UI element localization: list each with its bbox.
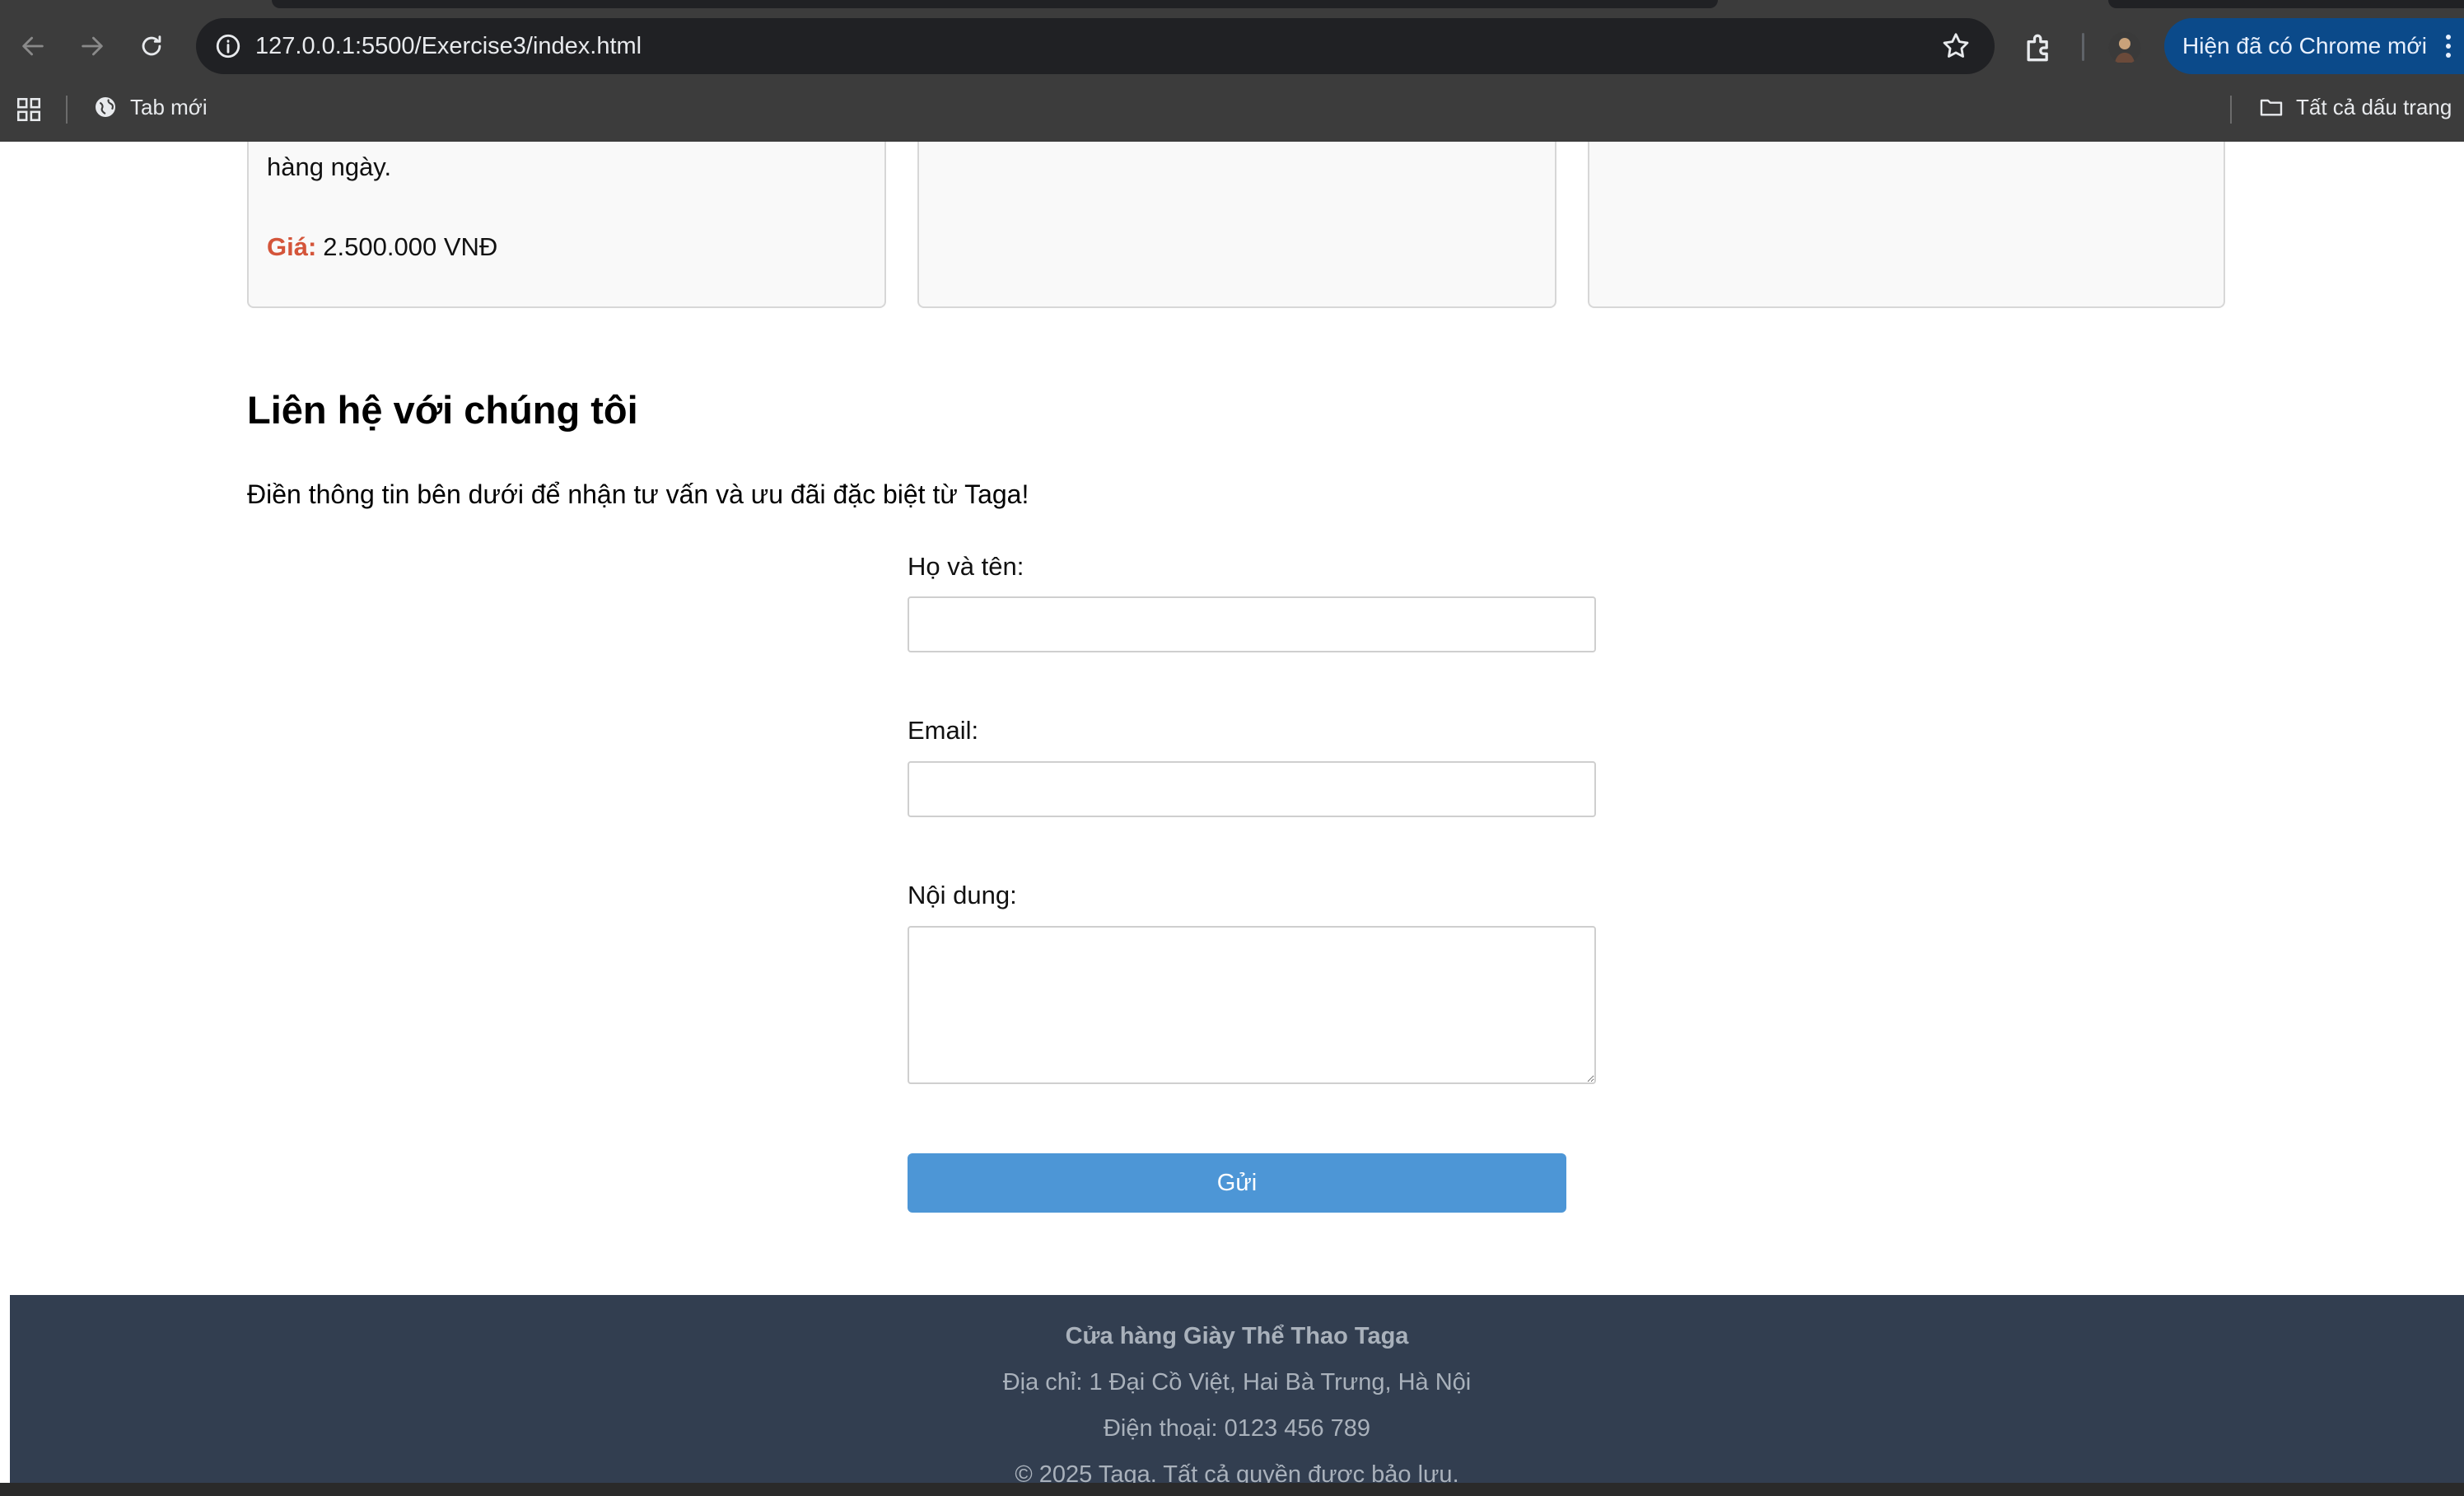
profile-avatar-icon: [2108, 31, 2141, 64]
arrow-right-icon: [82, 36, 103, 56]
globe-icon: [96, 97, 115, 117]
apps-grid-icon[interactable]: [15, 96, 43, 124]
product-price: Giá: 2.500.000 VNĐ: [267, 232, 497, 262]
window-bottom-edge: [0, 1483, 2464, 1496]
all-bookmarks-button[interactable]: Tất cả dấu trang: [2258, 84, 2452, 130]
browser-chrome: 127.0.0.1:5500/Exercise3/index.html Hiện…: [0, 0, 2464, 142]
chrome-update-label: Hiện đã có Chrome mới: [2182, 33, 2427, 58]
arrow-left-icon: [22, 36, 44, 56]
product-description: khí, phù hợp cho cả chạy đường dài và tậ…: [267, 152, 392, 181]
browser-toolbar: 127.0.0.1:5500/Exercise3/index.html Hiện…: [0, 8, 2464, 84]
bookmarks-divider-right: [2230, 96, 2232, 124]
message-label: Nội dung:: [908, 881, 1017, 909]
footer-address: Địa chỉ: 1 Đại Cồ Việt, Hai Bà Trưng, Hà…: [1002, 1369, 1472, 1395]
footer-phone: Điện thoại: 0123 456 789: [1103, 1415, 1371, 1442]
bookmark-new-tab[interactable]: Tab mới: [92, 84, 208, 130]
tab-strip-edge-right: [2108, 0, 2464, 8]
reload-icon: [142, 35, 161, 56]
tab-strip-edge: [272, 0, 1718, 8]
product-card: [1588, 142, 2225, 308]
product-card: khí, phù hợp cho cả chạy đường dài và tậ…: [247, 142, 886, 308]
bookmarks-divider: [66, 96, 68, 124]
profile-avatar[interactable]: [2108, 31, 2141, 64]
contact-title: Liên hệ với chúng tôi: [247, 388, 638, 432]
bookmark-star-icon[interactable]: [1940, 30, 1972, 62]
price-label: Giá:: [267, 232, 317, 261]
footer-store-name: Cửa hàng Giày Thể Thao Taga: [1065, 1323, 1409, 1349]
name-label: Họ và tên:: [908, 552, 1024, 581]
forward-button[interactable]: [74, 28, 110, 64]
bookmarks-bar: Tab mới Tất cả dấu trang: [0, 84, 2464, 142]
name-input[interactable]: [908, 596, 1596, 652]
site-info-icon[interactable]: [214, 32, 242, 60]
extensions-puzzle-icon[interactable]: [2021, 30, 2057, 66]
toolbar-divider: [2082, 33, 2084, 61]
address-bar[interactable]: 127.0.0.1:5500/Exercise3/index.html: [196, 18, 1995, 74]
reload-button[interactable]: [133, 28, 170, 64]
folder-icon: [2260, 99, 2283, 116]
email-label: Email:: [908, 716, 979, 745]
price-value: 2.500.000 VNĐ: [323, 232, 498, 261]
all-bookmarks-label: Tất cả dấu trang: [2296, 94, 2452, 119]
chrome-update-button[interactable]: Hiện đã có Chrome mới: [2164, 18, 2464, 74]
page-viewport: khí, phù hợp cho cả chạy đường dài và tậ…: [0, 142, 2464, 1496]
back-button[interactable]: [15, 28, 51, 64]
bookmark-new-tab-label: Tab mới: [130, 94, 208, 119]
menu-kebab-icon: [2446, 35, 2451, 58]
product-card: [917, 142, 1556, 308]
message-textarea[interactable]: [908, 926, 1596, 1084]
submit-button[interactable]: Gửi: [908, 1153, 1566, 1213]
site-footer: Cửa hàng Giày Thể Thao Taga Địa chỉ: 1 Đ…: [10, 1295, 2464, 1496]
email-input[interactable]: [908, 761, 1596, 817]
url-text[interactable]: 127.0.0.1:5500/Exercise3/index.html: [255, 18, 642, 74]
contact-intro: Điền thông tin bên dưới để nhận tư vấn v…: [247, 479, 1029, 509]
